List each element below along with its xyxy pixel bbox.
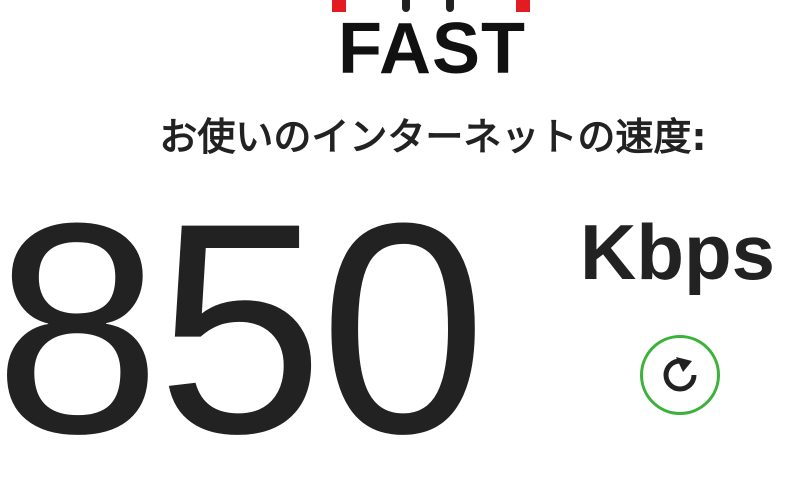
refresh-button[interactable] bbox=[640, 335, 720, 415]
speed-test-page: FAST お使いのインターネットの速度: 850 Kbps bbox=[0, 0, 800, 500]
refresh-icon bbox=[663, 357, 697, 392]
speed-units: Kbps bbox=[580, 208, 775, 296]
logo-text: FAST bbox=[337, 9, 526, 89]
fast-logo[interactable]: FAST bbox=[330, 0, 534, 86]
speed-value: 850 bbox=[0, 160, 487, 496]
speed-heading: お使いのインターネットの速度: bbox=[159, 115, 707, 159]
